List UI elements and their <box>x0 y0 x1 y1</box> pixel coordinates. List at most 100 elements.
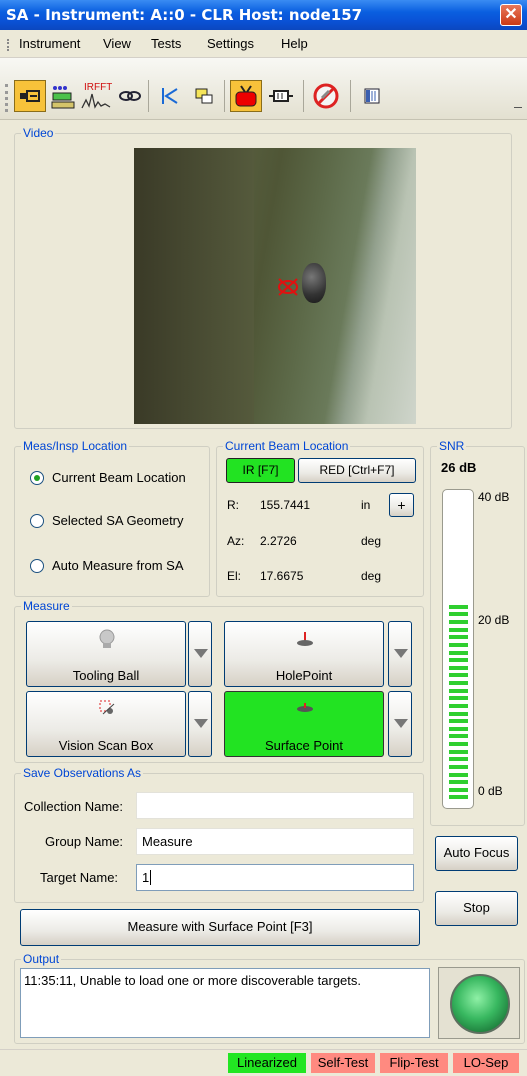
video-feed <box>134 148 416 424</box>
output-message: 11:35:11, Unable to load one or more dis… <box>24 973 362 988</box>
snr-bar <box>449 688 468 693</box>
snr-bar <box>449 696 468 701</box>
snr-bar <box>449 787 468 792</box>
snr-bar <box>449 642 468 647</box>
menu-grip-icon <box>7 39 9 51</box>
toolbar-overflow-icon[interactable] <box>514 104 522 108</box>
snr-bar <box>449 780 468 785</box>
chevron-down-icon <box>194 719 208 728</box>
toolbar: IRFFT <box>0 58 527 120</box>
menu-view[interactable]: View <box>103 36 131 51</box>
radio-label-selected-sa-geometry: Selected SA Geometry <box>52 513 184 528</box>
snr-bar <box>449 673 468 678</box>
status-self-test: Self-Test <box>311 1053 375 1073</box>
beam-location-title: Current Beam Location <box>223 439 351 453</box>
red-button[interactable]: RED [Ctrl+F7] <box>298 458 416 483</box>
snr-level-bars <box>449 497 468 802</box>
measure-with-surface-point-button[interactable]: Measure with Surface Point [F3] <box>20 909 420 946</box>
tooling-ball-dropdown[interactable] <box>188 621 212 687</box>
snr-bar <box>449 757 468 762</box>
snr-bar <box>449 635 468 640</box>
menu-help[interactable]: Help <box>281 36 308 51</box>
snr-bar <box>449 681 468 685</box>
stop-icon[interactable] <box>310 80 342 112</box>
el-label: El: <box>227 569 242 583</box>
snr-bar <box>449 772 468 777</box>
vision-scan-dropdown[interactable] <box>188 691 212 757</box>
snr-bar <box>449 764 468 769</box>
snr-bar <box>449 795 468 800</box>
target-name-field[interactable]: 1 <box>136 864 414 891</box>
link-icon[interactable] <box>114 80 146 112</box>
snr-bar <box>449 742 468 746</box>
snr-bar <box>449 650 468 655</box>
svg-text:IRFFT: IRFFT <box>84 82 112 93</box>
snr-bar <box>449 612 468 617</box>
snr-bar <box>449 604 468 609</box>
auto-focus-button[interactable]: Auto Focus <box>435 836 518 871</box>
video-shadow <box>134 148 254 424</box>
radio-current-beam-location[interactable] <box>30 471 44 485</box>
status-flip-test: Flip-Test <box>380 1053 448 1073</box>
r-value: 155.7441 <box>254 494 354 516</box>
chevron-down-icon <box>394 649 408 658</box>
snr-bar <box>449 749 468 754</box>
tooling-ball-button[interactable]: Tooling Ball <box>26 621 186 687</box>
meas-location-title: Meas/Insp Location <box>21 439 130 453</box>
add-point-button[interactable]: + <box>389 493 414 517</box>
close-icon[interactable]: ✕ <box>500 4 522 26</box>
snr-bar <box>449 658 468 663</box>
holepoint-button[interactable]: HolePoint <box>224 621 384 687</box>
chevron-down-icon <box>394 719 408 728</box>
window-title: SA - Instrument: A::0 - CLR Host: node15… <box>6 6 363 24</box>
chevron-down-icon <box>194 649 208 658</box>
surface-point-dropdown[interactable] <box>388 691 412 757</box>
surface-point-button[interactable]: Surface Point <box>224 691 384 757</box>
az-value: 2.2726 <box>254 530 354 552</box>
ir-button[interactable]: IR [F7] <box>226 458 295 483</box>
snr-mid-label: 20 dB <box>478 613 510 627</box>
toolbar-separator <box>224 80 225 112</box>
holepoint-dropdown[interactable] <box>388 621 412 687</box>
measure-title: Measure <box>21 599 72 613</box>
toolbar-separator <box>350 80 351 112</box>
panel-icon[interactable] <box>356 80 388 112</box>
snr-bar <box>449 665 468 670</box>
irfft-icon[interactable]: IRFFT <box>80 80 112 112</box>
target-name-label: Target Name: <box>40 870 119 885</box>
video-camera-icon[interactable] <box>230 80 262 112</box>
output-log[interactable]: 11:35:11, Unable to load one or more dis… <box>20 968 430 1038</box>
az-unit: deg <box>361 534 382 548</box>
collection-name-label: Collection Name: <box>24 799 123 814</box>
toolbar-separator <box>303 80 304 112</box>
snr-top-label: 40 dB <box>478 490 510 504</box>
crosshair-icon <box>278 278 298 296</box>
probe-icon[interactable] <box>265 80 297 112</box>
radio-selected-sa-geometry[interactable] <box>30 514 44 528</box>
status-indicator-frame <box>438 967 520 1039</box>
menu-settings[interactable]: Settings <box>207 36 254 51</box>
snr-bar <box>449 719 468 724</box>
vision-scan-icon <box>99 700 115 715</box>
window-icon[interactable] <box>188 80 220 112</box>
menu-tests[interactable]: Tests <box>151 36 181 51</box>
snr-bar <box>449 726 468 731</box>
snr-bar <box>449 734 468 739</box>
r-unit: in <box>361 498 371 512</box>
status-lo-sep: LO-Sep <box>453 1053 519 1073</box>
holepoint-icon <box>297 632 313 646</box>
radio-auto-measure-from-sa[interactable] <box>30 559 44 573</box>
instrument-config-icon[interactable] <box>47 80 79 112</box>
collection-name-field[interactable] <box>136 792 414 819</box>
radio-label-current-beam: Current Beam Location <box>52 470 186 485</box>
back-to-home-icon[interactable] <box>154 80 186 112</box>
menu-instrument[interactable]: Instrument <box>19 36 80 51</box>
toolbar-separator <box>148 80 149 112</box>
vision-scan-box-button[interactable]: Vision Scan Box <box>26 691 186 757</box>
el-value: 17.6675 <box>254 565 354 587</box>
snr-bar <box>449 703 468 708</box>
stop-button[interactable]: Stop <box>435 891 518 926</box>
snr-value: 26 dB <box>441 460 477 475</box>
plug-icon[interactable] <box>14 80 46 112</box>
group-name-field[interactable]: Measure <box>136 828 414 855</box>
